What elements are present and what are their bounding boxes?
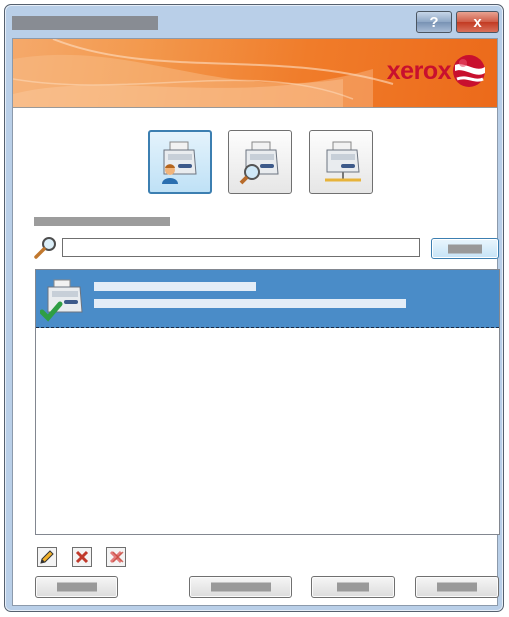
action-button-right-label [437, 582, 477, 592]
printer-network-icon [325, 141, 361, 182]
printer-description [94, 299, 406, 308]
edit-button[interactable] [37, 547, 57, 567]
action-button-left[interactable] [35, 576, 118, 598]
window-title [12, 16, 158, 30]
edit-pencil-icon [40, 550, 54, 564]
delete-button[interactable] [72, 547, 92, 567]
action-button-left-label [56, 582, 97, 592]
delete-all-button[interactable] [106, 547, 126, 567]
app-window: ? x xerox [4, 4, 504, 612]
search-icon [34, 237, 56, 259]
printer-list[interactable] [35, 269, 500, 535]
mode-button-local-user[interactable] [148, 130, 212, 194]
mode-button-search[interactable] [228, 130, 292, 194]
title-bar[interactable]: ? x [5, 5, 503, 37]
printer-search-icon [239, 141, 279, 185]
list-item[interactable] [36, 270, 499, 328]
mode-button-network[interactable] [309, 130, 373, 194]
search-input[interactable] [62, 238, 420, 257]
xerox-banner: xerox [13, 39, 497, 107]
delete-x-icon [75, 550, 89, 564]
search-button-label [448, 244, 482, 253]
search-button[interactable] [431, 238, 499, 259]
printer-ok-icon [40, 279, 83, 322]
printer-list-label [34, 217, 170, 226]
dialog-client-area: xerox [12, 38, 500, 606]
close-button[interactable]: x [456, 11, 499, 33]
action-button-middle-1-label [210, 582, 271, 592]
printer-user-icon [162, 141, 197, 184]
action-button-middle-2[interactable] [311, 576, 395, 598]
help-button[interactable]: ? [416, 11, 452, 33]
banner-divider [13, 107, 497, 108]
delete-all-icon [109, 550, 124, 564]
xerox-logo-text: xerox [386, 57, 452, 85]
printer-name [94, 282, 256, 291]
action-button-middle-1[interactable] [189, 576, 292, 598]
action-button-right[interactable] [415, 576, 499, 598]
action-button-middle-2-label [337, 582, 369, 592]
xerox-logo-sphere-icon [453, 55, 485, 87]
